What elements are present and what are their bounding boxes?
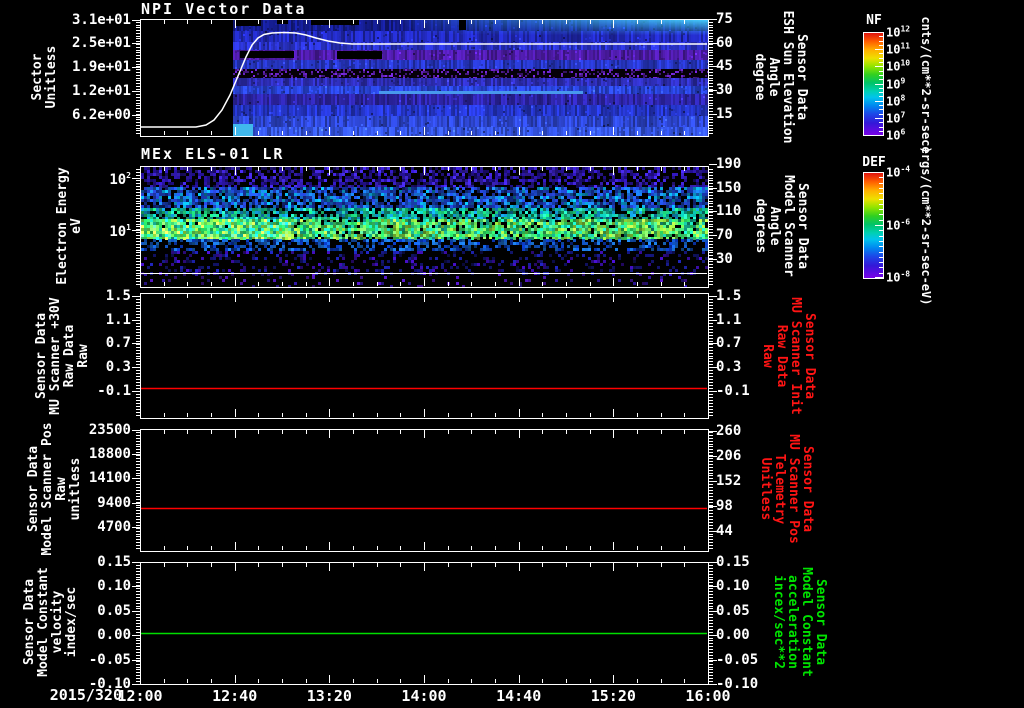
y-tick-label-right: 0.00 bbox=[716, 627, 750, 644]
y-tick-label-right: 190 bbox=[716, 156, 742, 172]
els-spectrogram bbox=[141, 167, 708, 287]
axis-label-right-npi: Sensor Data ESH Sun Elevation Angle degr… bbox=[752, 10, 809, 144]
axis-label-left-npi: Sector Unitless bbox=[30, 45, 59, 109]
axis-label-right-model-scanner-pos: Sensor Data MU Scanner Pos Telemetry Uni… bbox=[758, 434, 815, 544]
y-tick-label-right: 150 bbox=[716, 179, 742, 196]
y-tick-label-right: 0.10 bbox=[716, 578, 750, 595]
y-tick-label-right: 110 bbox=[716, 203, 742, 220]
y-tick-label-right: 70 bbox=[716, 227, 733, 244]
y-tick-label-right: 15 bbox=[716, 105, 733, 122]
x-tick-label: 16:00 bbox=[685, 687, 731, 705]
x-tick-label: 15:20 bbox=[590, 687, 636, 705]
y-tick-label-right: 206 bbox=[716, 447, 742, 464]
x-tick-label: 12:40 bbox=[212, 687, 258, 705]
y-tick-label-right: 0.7 bbox=[716, 335, 742, 352]
y-tick-label-right: -0.05 bbox=[716, 651, 759, 668]
x-tick-label: 14:40 bbox=[496, 687, 542, 705]
axis-label-right-els: Sensor Data Model Scanner Angle degrees bbox=[753, 175, 810, 277]
colorbar-tick-label: 10-6 bbox=[886, 217, 911, 232]
x-tick-label: 12:00 bbox=[117, 687, 163, 705]
y-tick-label-right: 60 bbox=[716, 34, 733, 51]
axis-label-right-mu-scanner-30v: Sensor Data MU Scanner Init Raw Data Raw bbox=[760, 297, 817, 415]
x-tick-label: 14:00 bbox=[401, 687, 447, 705]
y-tick-label-right: 30 bbox=[716, 82, 733, 99]
colorbar-tick-label: 10-8 bbox=[886, 269, 911, 285]
y-tick-label: 1.2e+01 bbox=[71, 82, 131, 99]
y-tick-label: 2.5e+01 bbox=[71, 35, 131, 51]
y-tick-label-right: 75 bbox=[716, 11, 733, 27]
colorbar-tick-label: 108 bbox=[886, 93, 906, 109]
colorbar-tick-label: 1010 bbox=[886, 58, 911, 74]
y-tick-label-right: -0.1 bbox=[716, 382, 750, 399]
colorbar-tick-label: 1011 bbox=[886, 41, 911, 57]
panel-title-npi: NPI Vector Data bbox=[141, 0, 307, 18]
x-tick-label: 13:20 bbox=[306, 687, 352, 705]
y-tick-label-right: 0.05 bbox=[716, 602, 750, 619]
colorbar-tick-label: 109 bbox=[886, 76, 906, 91]
y-tick-label-right: 45 bbox=[716, 58, 733, 75]
y-tick-label: 3.1e+01 bbox=[71, 12, 131, 28]
colorbar-tick-label: 1012 bbox=[886, 24, 911, 40]
y-tick-label-right: 152 bbox=[716, 472, 742, 489]
panel-title-els: MEx ELS-01 LR bbox=[141, 145, 285, 163]
axis-label-right-model-constant-velocity: Sensor Data Model Constant acceleration … bbox=[771, 567, 828, 677]
colorbar-tick-label: 10-4 bbox=[886, 164, 911, 180]
y-tick-label-right: 1.5 bbox=[716, 288, 742, 304]
colorbar-tick-label: 107 bbox=[886, 110, 906, 126]
y-tick-label: 6.2e+00 bbox=[71, 106, 131, 123]
y-tick-label-right: 30 bbox=[716, 250, 733, 267]
y-tick-label-right: 0.15 bbox=[716, 554, 750, 570]
axis-label-left-els: Electron Energy eV bbox=[55, 167, 84, 285]
axis-label-left-mu-scanner-30v: Sensor Data MU Scanner +30V Raw Data Raw bbox=[34, 297, 91, 415]
colorbar-def-units: ergs/(cm**2-sr-sec-eV) bbox=[919, 146, 933, 306]
y-tick-label-right: 44 bbox=[716, 522, 733, 539]
y-tick-label-right: 98 bbox=[716, 497, 733, 514]
y-tick-label: 1.9e+01 bbox=[71, 58, 131, 75]
npi-spectrogram bbox=[141, 20, 708, 136]
colorbar-tick-label: 106 bbox=[886, 127, 906, 143]
axis-label-left-model-constant-velocity: Sensor Data Model Constant velocity inde… bbox=[22, 567, 79, 677]
axis-label-left-model-scanner-pos: Sensor Data Model Scanner Pos Raw unitle… bbox=[26, 422, 83, 556]
y-tick-label-right: 1.1 bbox=[716, 311, 742, 328]
plot-screen: NPI Vector Data MEx ELS-01 LR NF DEF cnt… bbox=[0, 0, 1024, 708]
y-tick-label-right: 260 bbox=[716, 423, 742, 439]
y-tick-label-right: 0.3 bbox=[716, 359, 742, 376]
colorbar-nf-units: cnts/(cm**2-sr-sec) bbox=[919, 16, 933, 154]
